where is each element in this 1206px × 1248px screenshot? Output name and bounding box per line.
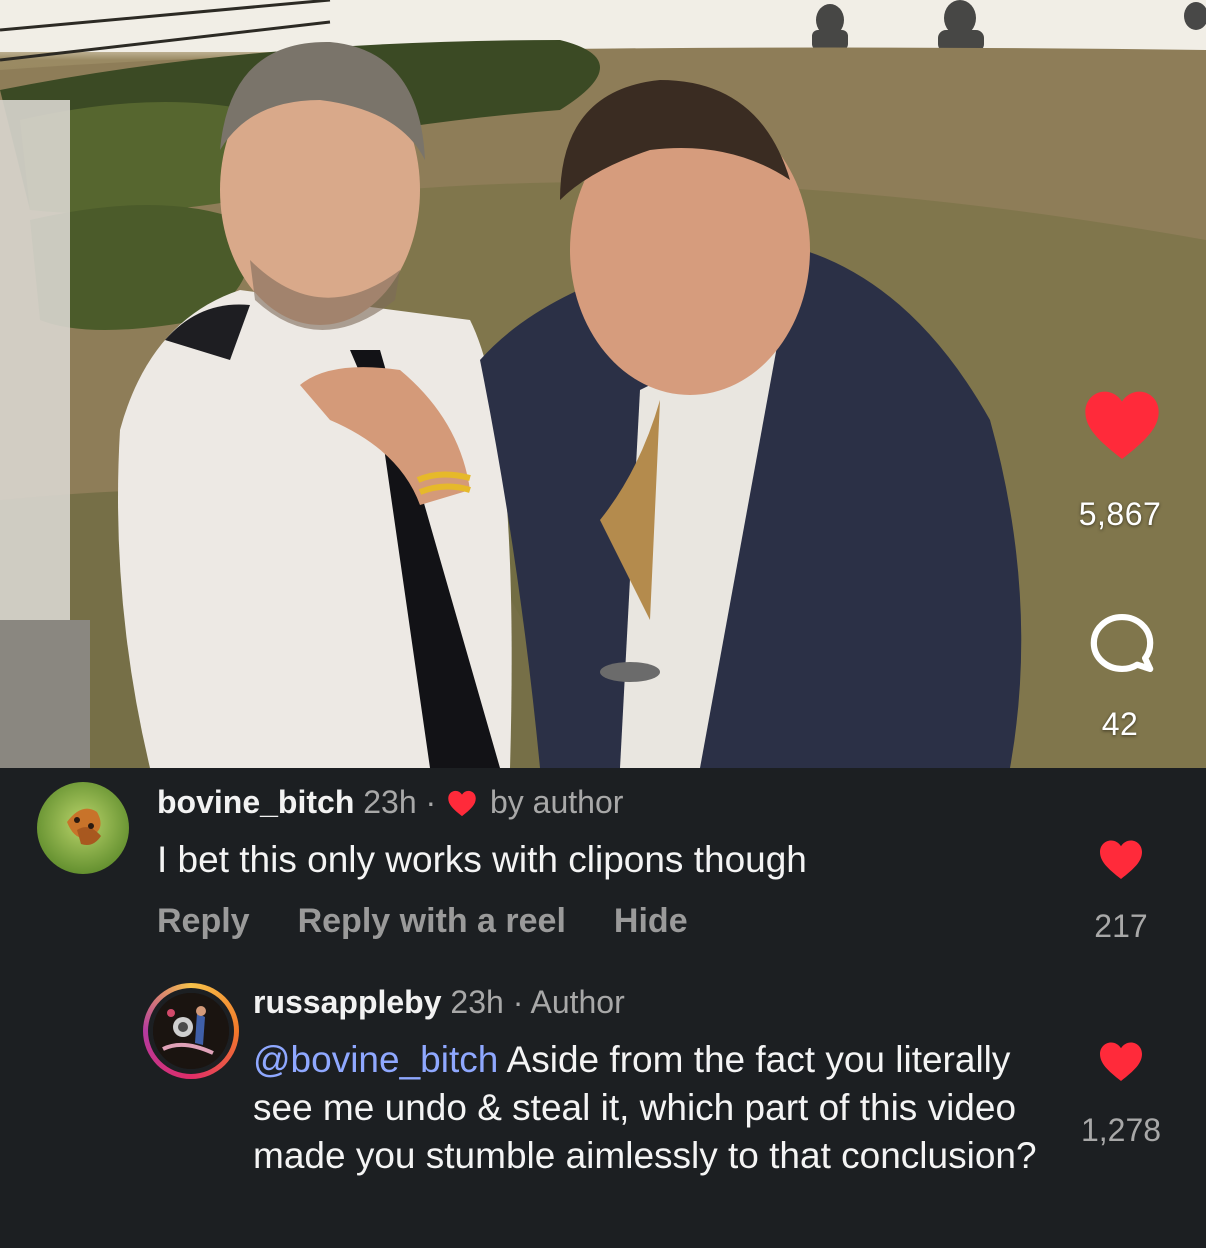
comment-like-count: 1,278 <box>1080 1112 1162 1148</box>
comment-meta: bovine_bitch 23h · by author <box>157 784 623 821</box>
liked-by-author-heart-icon <box>447 788 477 817</box>
liked-by-author-label: by author <box>489 784 624 820</box>
reply-with-reel-button[interactable]: Reply with a reel <box>298 902 566 940</box>
comment-username[interactable]: bovine_bitch <box>157 784 354 820</box>
comment-like-count: 217 <box>1094 908 1148 944</box>
reply-button[interactable]: Reply <box>157 902 250 940</box>
comment-bubble-icon[interactable] <box>1086 612 1158 674</box>
avatar[interactable] <box>37 782 129 874</box>
comment-heart-icon[interactable] <box>1098 1040 1144 1082</box>
mention-link[interactable]: @bovine_bitch <box>253 1039 498 1080</box>
comment-time: 23h <box>450 984 504 1020</box>
avatar-image <box>153 993 229 1069</box>
comment-actions: Reply Reply with a reel Hide <box>157 902 736 941</box>
hide-button[interactable]: Hide <box>614 902 688 940</box>
avatar[interactable] <box>143 983 239 1079</box>
heart-icon[interactable] <box>1082 386 1162 462</box>
reel-video[interactable]: 5,867 42 <box>0 0 1206 768</box>
comment-text: I bet this only works with clipons thoug… <box>157 839 807 880</box>
comment-meta: russappleby 23h · Author <box>253 984 625 1021</box>
comment-username[interactable]: russappleby <box>253 984 442 1020</box>
comment-time: 23h <box>363 784 417 820</box>
meta-separator: · <box>512 984 524 1020</box>
reel-side-actions: 5,867 42 <box>1006 0 1206 768</box>
comment-heart-icon[interactable] <box>1098 838 1144 880</box>
author-badge: Author <box>530 984 625 1020</box>
like-count: 5,867 <box>1078 496 1162 532</box>
comment-text: @bovine_bitch Aside from the fact you li… <box>253 1036 1053 1180</box>
comment-count: 42 <box>1101 706 1139 742</box>
meta-separator: · <box>425 784 437 820</box>
